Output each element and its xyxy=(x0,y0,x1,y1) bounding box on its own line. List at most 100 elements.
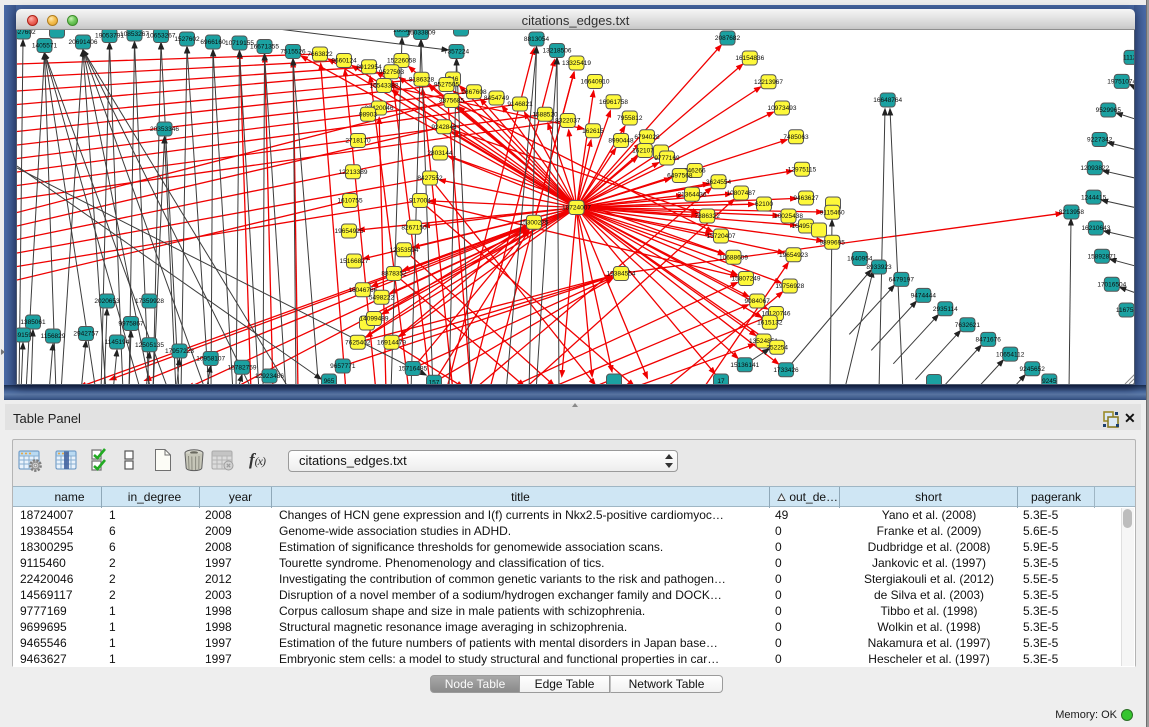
svg-text:16961758: 16961758 xyxy=(599,99,628,106)
svg-text:1405571: 1405571 xyxy=(32,43,58,50)
svg-text:2942757: 2942757 xyxy=(73,331,99,338)
svg-text:10807487: 10807487 xyxy=(727,190,756,197)
svg-text:2935114: 2935114 xyxy=(933,306,958,313)
svg-text:10973493: 10973493 xyxy=(768,105,797,112)
svg-text:8427552: 8427552 xyxy=(417,175,443,182)
svg-text:6479197: 6479197 xyxy=(889,277,915,284)
svg-text:6794028: 6794028 xyxy=(634,134,660,141)
svg-text:12093822: 12093822 xyxy=(1080,165,1109,172)
svg-text:19384554: 19384554 xyxy=(607,271,636,278)
svg-text:16914479: 16914479 xyxy=(377,339,406,346)
svg-text:2718170: 2718170 xyxy=(345,138,371,145)
svg-text:9115460: 9115460 xyxy=(820,209,845,216)
svg-text:1145194: 1145194 xyxy=(105,339,130,346)
svg-text:19654923: 19654923 xyxy=(779,252,808,259)
svg-text:7632621: 7632621 xyxy=(955,322,981,329)
svg-text:7485063: 7485063 xyxy=(783,134,809,141)
svg-text:11123: 11123 xyxy=(1123,55,1134,62)
svg-text:7955812: 7955812 xyxy=(617,115,643,122)
svg-text:3875685: 3875685 xyxy=(439,98,465,105)
svg-text:9527503: 9527503 xyxy=(379,69,405,76)
svg-text:116753: 116753 xyxy=(1116,307,1134,314)
svg-text:6966160: 6966160 xyxy=(200,39,226,46)
svg-text:2803144: 2803144 xyxy=(427,150,453,157)
svg-text:5498222: 5498222 xyxy=(369,294,395,301)
svg-text:19751074: 19751074 xyxy=(1107,79,1134,86)
svg-text:157: 157 xyxy=(429,380,440,385)
svg-text:16782759: 16782759 xyxy=(228,364,257,371)
svg-text:15166827: 15166827 xyxy=(340,258,369,265)
svg-text:7515526: 7515526 xyxy=(280,49,306,56)
svg-text:8454749: 8454749 xyxy=(484,95,510,102)
svg-text:1385061: 1385061 xyxy=(20,319,46,326)
svg-text:13218506: 13218506 xyxy=(543,48,572,55)
svg-text:2020653: 2020653 xyxy=(94,298,120,305)
svg-text:15300275: 15300275 xyxy=(520,219,549,226)
svg-text:1615132: 1615132 xyxy=(757,319,783,326)
svg-text:8213958: 8213958 xyxy=(1059,209,1085,216)
svg-text:17359928: 17359928 xyxy=(135,298,164,305)
svg-text:98903: 98903 xyxy=(359,111,377,118)
svg-text:9899695: 9899695 xyxy=(820,239,846,246)
svg-text:7357224: 7357224 xyxy=(444,49,470,56)
svg-text:15720407: 15720407 xyxy=(707,233,736,240)
svg-text:9529965: 9529965 xyxy=(1096,107,1122,114)
svg-text:12975115: 12975115 xyxy=(788,166,817,173)
svg-text:1527602: 1527602 xyxy=(17,30,36,36)
svg-text:12923486: 12923486 xyxy=(255,373,284,380)
svg-text:15226058: 15226058 xyxy=(387,58,416,65)
svg-text:16154836: 16154836 xyxy=(735,55,764,62)
svg-text:8267150: 8267150 xyxy=(401,224,427,231)
svg-text:16640910: 16640910 xyxy=(581,79,610,86)
svg-text:19756928: 19756928 xyxy=(775,283,804,290)
svg-text:12213389: 12213389 xyxy=(339,169,368,176)
svg-text:2087682: 2087682 xyxy=(715,35,741,42)
svg-text:8813054: 8813054 xyxy=(524,36,550,43)
svg-text:9245652: 9245652 xyxy=(1020,366,1046,373)
svg-text:16033809: 16033809 xyxy=(407,30,436,37)
svg-text:917004: 917004 xyxy=(409,198,431,205)
svg-text:8878352: 8878352 xyxy=(381,271,407,278)
svg-text:16648764: 16648764 xyxy=(873,97,902,104)
svg-text:9474444: 9474444 xyxy=(911,293,937,300)
svg-text:10654112: 10654112 xyxy=(996,351,1025,358)
svg-text:1733426: 1733426 xyxy=(773,367,799,374)
svg-text:8990448: 8990448 xyxy=(608,138,634,145)
svg-text:16671355: 16671355 xyxy=(250,44,279,51)
svg-text:9084067: 9084067 xyxy=(745,298,771,305)
svg-text:15807249: 15807249 xyxy=(732,276,761,283)
svg-text:7886322: 7886322 xyxy=(695,213,721,220)
svg-text:7625402: 7625402 xyxy=(345,339,371,346)
svg-text:9657771: 9657771 xyxy=(330,363,356,370)
svg-text:9660124: 9660124 xyxy=(331,58,357,65)
svg-text:13325419: 13325419 xyxy=(562,60,591,67)
svg-text:8471676: 8471676 xyxy=(976,337,1002,344)
svg-text:1527602: 1527602 xyxy=(174,36,200,43)
svg-text:9777169: 9777169 xyxy=(654,155,680,162)
svg-text:9527505: 9527505 xyxy=(434,82,460,89)
svg-text:8322037: 8322037 xyxy=(555,118,581,125)
svg-text:6497568: 6497568 xyxy=(667,173,693,180)
svg-text:9463627: 9463627 xyxy=(793,195,819,202)
svg-text:21364436: 21364436 xyxy=(678,191,707,198)
svg-text:1244415: 1244415 xyxy=(1081,194,1107,201)
svg-text:10958107: 10958107 xyxy=(196,356,225,363)
svg-text:12353594: 12353594 xyxy=(390,247,419,254)
svg-text:9227342: 9227342 xyxy=(1087,137,1113,144)
svg-text:1640954: 1640954 xyxy=(847,256,873,263)
svg-text:9245: 9245 xyxy=(1042,378,1057,384)
svg-text:19654925: 19654925 xyxy=(335,228,364,235)
svg-text:20691406: 20691406 xyxy=(69,39,98,46)
svg-text:16046766: 16046766 xyxy=(348,287,377,294)
svg-text:1610755: 1610755 xyxy=(337,198,363,205)
svg-text:20353346: 20353346 xyxy=(150,126,179,133)
svg-text:18724007: 18724007 xyxy=(562,205,591,212)
svg-text:17: 17 xyxy=(717,378,725,384)
svg-text:15716485: 15716485 xyxy=(398,366,427,373)
svg-text:10853267: 10853267 xyxy=(120,31,149,38)
svg-text:12505135: 12505135 xyxy=(135,342,164,349)
svg-text:1156829: 1156829 xyxy=(41,333,66,340)
svg-text:12213967: 12213967 xyxy=(754,79,783,86)
svg-text:3624554: 3624554 xyxy=(706,179,732,186)
svg-text:16210643: 16210643 xyxy=(1081,225,1110,232)
